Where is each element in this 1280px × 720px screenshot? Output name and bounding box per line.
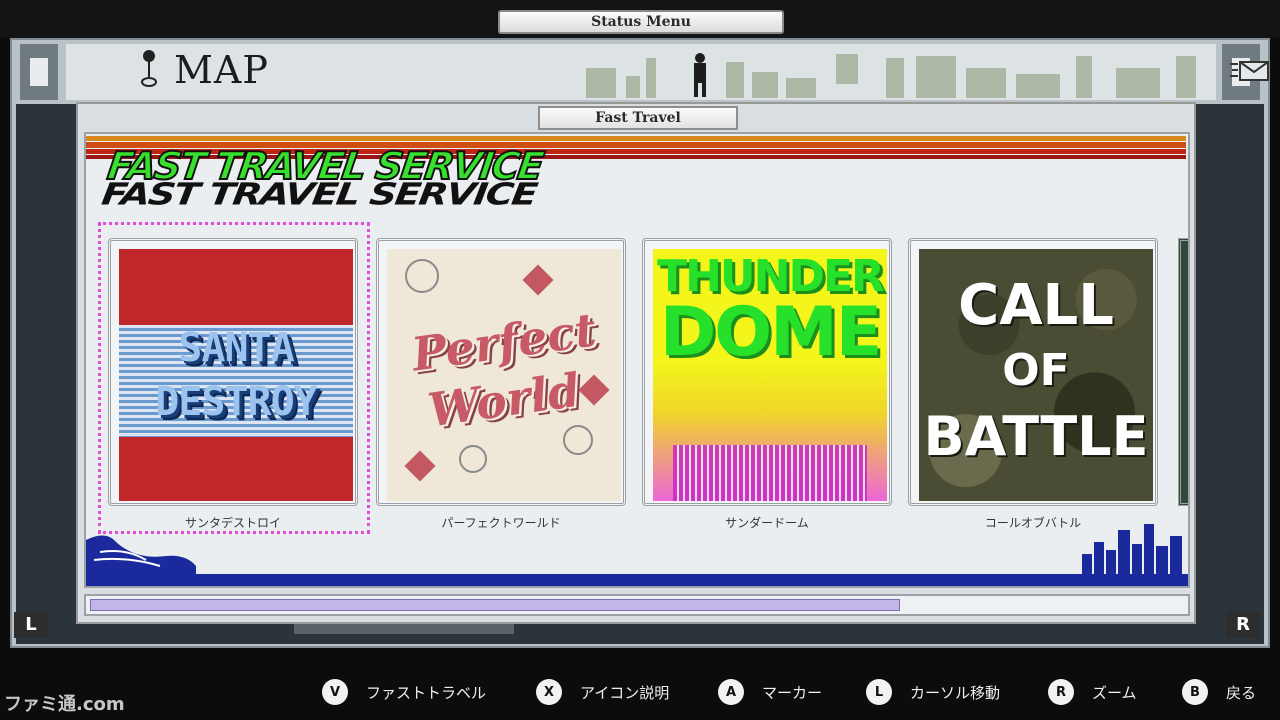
b-button-icon: B — [1182, 679, 1208, 705]
card-frame: THUNDER DOME — [642, 238, 892, 506]
status-menu-bar: Status Menu — [0, 0, 1280, 38]
control-hints-bar: V ファストトラベル X アイコン説明 A マーカー L カーソル移動 R ズー… — [0, 648, 1280, 720]
city-skyline-decoration — [1082, 524, 1182, 580]
next-destination-card-peek[interactable] — [1178, 238, 1188, 506]
circle-decoration — [405, 259, 439, 293]
hint-marker[interactable]: A マーカー — [718, 678, 822, 706]
thunder-dome-art: THUNDER DOME — [653, 249, 887, 501]
fast-travel-logo: FAST TRAVEL SERVICE — [104, 143, 546, 189]
hint-label: ズーム — [1092, 683, 1137, 702]
x-button-icon: X — [536, 679, 562, 705]
wave-decoration — [86, 535, 196, 574]
scrollbar-thumb[interactable] — [90, 599, 900, 611]
call-of-battle-art: CALL OF BATTLE — [919, 249, 1153, 501]
hint-back[interactable]: B 戻る — [1182, 678, 1256, 706]
page-left-button[interactable]: L — [14, 612, 48, 638]
decor-base-strip — [86, 574, 1188, 586]
kite-decoration — [404, 450, 436, 482]
destination-label: サンダードーム — [725, 516, 809, 530]
hint-label: 戻る — [1226, 683, 1257, 702]
hint-label: カーソル移動 — [910, 683, 1001, 702]
room-furniture-icons — [586, 53, 1196, 98]
art-title-line: OF — [1002, 345, 1070, 396]
mail-icon[interactable] — [1230, 54, 1270, 84]
card-frame: Perfect World — [376, 238, 626, 506]
map-header: MAP — [66, 44, 1216, 100]
destination-card-call-of-battle[interactable]: CALL OF BATTLE コールオブバトル — [908, 238, 1158, 530]
temple-silhouette — [673, 445, 867, 501]
art-title-line: CALL — [958, 273, 1114, 338]
circle-decoration — [563, 425, 593, 455]
card-frame: CALL OF BATTLE — [908, 238, 1158, 506]
hint-label: ファストトラベル — [366, 683, 487, 702]
fast-travel-scrollbar[interactable] — [84, 594, 1190, 616]
status-menu-title: Status Menu — [498, 10, 784, 34]
fast-travel-title: Fast Travel — [538, 106, 738, 130]
hint-label: マーカー — [762, 683, 823, 702]
map-title: MAP — [174, 48, 269, 92]
destination-label: パーフェクトワールド — [441, 516, 561, 530]
circle-decoration — [459, 445, 487, 473]
right-stick-icon: R — [1048, 679, 1074, 705]
hint-fast-travel[interactable]: V ファストトラベル — [322, 678, 486, 706]
status-scrollbar[interactable] — [294, 624, 514, 634]
art-title-line: DOME — [659, 293, 882, 372]
kite-decoration — [522, 264, 554, 296]
destination-card-thunder-dome[interactable]: THUNDER DOME サンダードーム — [642, 238, 892, 530]
hint-icon-legend[interactable]: X アイコン説明 — [536, 678, 669, 706]
left-stick-icon: L — [866, 679, 892, 705]
document-icon — [30, 58, 48, 86]
watermark: ファミ通.com — [4, 694, 125, 715]
decor-stripe — [86, 136, 1186, 141]
selection-highlight — [98, 222, 370, 534]
destination-card-perfect-world[interactable]: Perfect World パーフェクトワールド — [376, 238, 626, 530]
hint-zoom[interactable]: R ズーム — [1048, 678, 1137, 706]
hint-label: アイコン説明 — [580, 683, 670, 702]
map-pin-icon — [141, 50, 157, 87]
perfect-world-art: Perfect World — [387, 249, 621, 501]
art-title-line: BATTLE — [923, 405, 1149, 468]
v-button-icon: V — [322, 679, 348, 705]
left-side-tab[interactable] — [20, 44, 58, 100]
hint-cursor-move[interactable]: L カーソル移動 — [866, 678, 1000, 706]
page-right-button[interactable]: R — [1226, 612, 1260, 638]
a-button-icon: A — [718, 679, 744, 705]
